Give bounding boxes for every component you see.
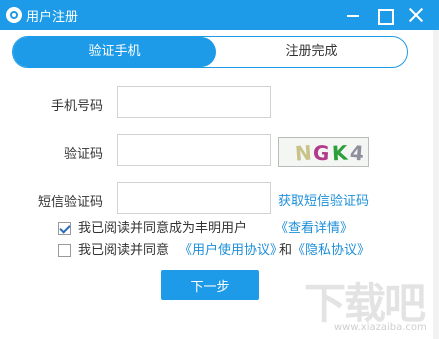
captcha-char: 4 xyxy=(349,140,365,166)
watermark-logo: 下载吧 www.xiazaiba.com xyxy=(300,270,436,336)
watermark-url: www.xiazaiba.com xyxy=(334,322,427,333)
app-logo-icon xyxy=(6,7,22,23)
captcha-char: G xyxy=(312,140,331,166)
phone-input[interactable] xyxy=(117,86,271,118)
minimize-icon[interactable] xyxy=(343,5,363,25)
code-label: 验证码 xyxy=(63,147,103,162)
step-verify-phone: 验证手机 xyxy=(13,37,216,67)
captcha-char: K xyxy=(331,140,349,166)
step-indicator: 验证手机 注册完成 xyxy=(12,36,408,68)
view-details-link[interactable]: 《查看详情》 xyxy=(275,221,353,237)
phone-label: 手机号码 xyxy=(50,99,103,114)
get-sms-code-link[interactable]: 获取短信验证码 xyxy=(278,190,369,209)
sms-code-input[interactable] xyxy=(117,182,271,214)
agree-member-checkbox[interactable] xyxy=(58,222,71,235)
step-register-complete: 注册完成 xyxy=(285,44,338,59)
and-text: 和 xyxy=(279,243,293,258)
title-bar: 用户注册 xyxy=(0,0,439,30)
agree-member-row: 我已阅读并同意成为丰明用户 《查看详情》 xyxy=(58,221,358,237)
captcha-char: N xyxy=(294,140,313,166)
agree-terms-text: 我已阅读并同意 xyxy=(78,243,170,258)
privacy-agreement-link[interactable]: 《隐私协议》 xyxy=(292,243,370,259)
next-step-button[interactable]: 下一步 xyxy=(161,270,259,300)
window-title: 用户注册 xyxy=(26,10,79,25)
user-agreement-link[interactable]: 《用户使用协议》 xyxy=(179,243,283,259)
code-input[interactable] xyxy=(117,134,271,166)
captcha-image[interactable]: N G K 4 xyxy=(278,137,369,167)
agree-terms-checkbox[interactable] xyxy=(58,244,71,257)
sms-code-label: 短信验证码 xyxy=(37,195,103,210)
agree-member-text: 我已阅读并同意成为丰明用户 xyxy=(78,221,248,236)
maximize-icon[interactable] xyxy=(374,5,394,25)
close-icon[interactable] xyxy=(406,5,426,25)
agree-terms-row: 我已阅读并同意 《用户使用协议》 和 《隐私协议》 xyxy=(58,243,378,259)
